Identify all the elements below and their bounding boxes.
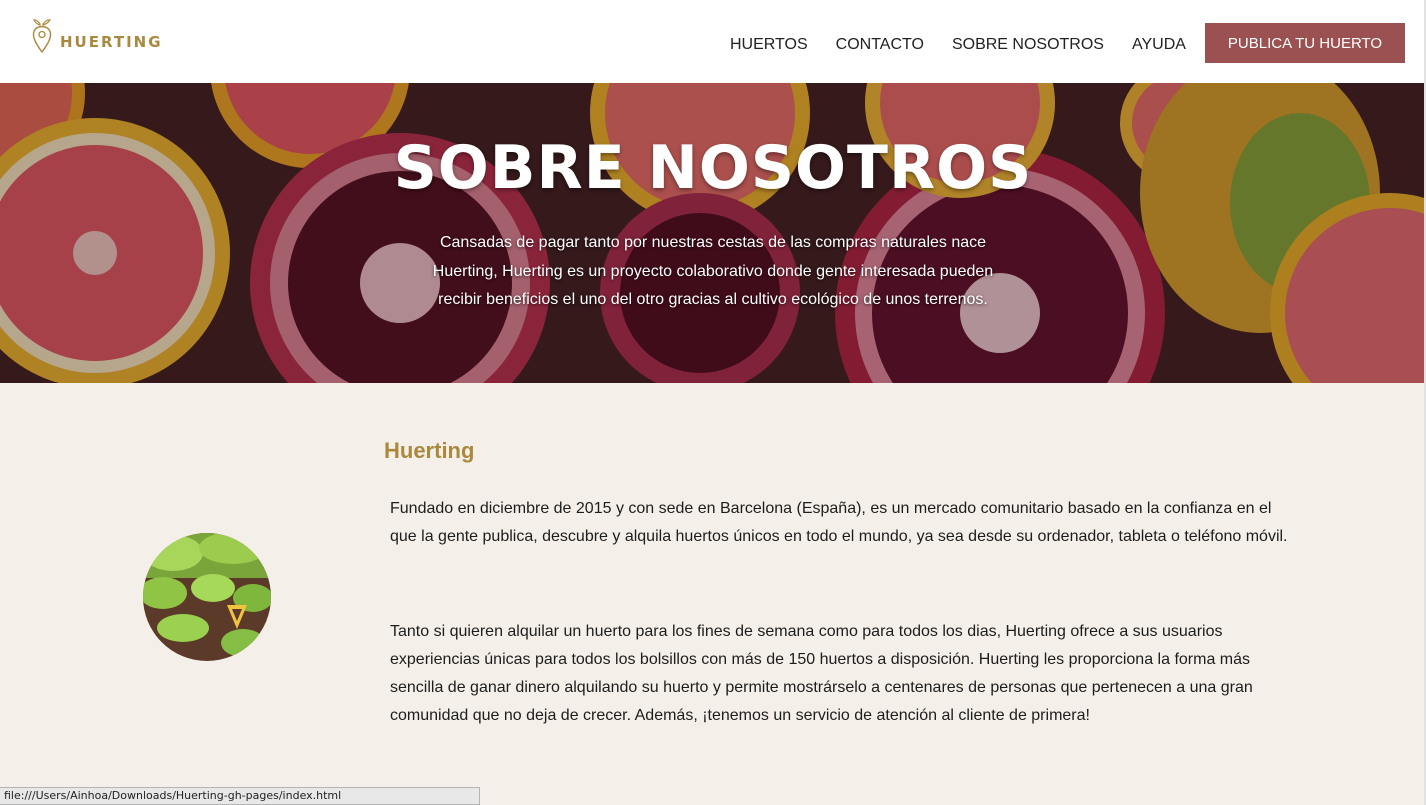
garden-photo [143, 533, 271, 661]
logo-text: HUERTING [60, 33, 163, 51]
publish-garden-button[interactable]: PUBLICA TU HUERTO [1205, 23, 1405, 63]
nav-item-sobre-nosotros[interactable]: SOBRE NOSOTROS [952, 33, 1104, 57]
hero-description: Cansadas de pagar tanto por nuestras ces… [432, 234, 994, 308]
nav-item-contacto[interactable]: CONTACTO [836, 33, 924, 57]
nav-item-huertos[interactable]: HUERTOS [730, 33, 808, 57]
site-header: HUERTING HUERTOS CONTACTO SOBRE NOSOTROS… [0, 0, 1426, 83]
section-title: Huerting [384, 438, 475, 463]
main-nav: HUERTOS CONTACTO SOBRE NOSOTROS AYUDA [716, 33, 1200, 57]
logo[interactable]: HUERTING [32, 16, 163, 56]
page-title: SOBRE NOSOTROS [393, 133, 1033, 203]
status-bar-url: file:///Users/Ainhoa/Downloads/Huerting-… [0, 787, 480, 805]
nav-item-ayuda[interactable]: AYUDA [1132, 33, 1186, 57]
map-pin-leaf-icon [32, 19, 52, 54]
about-paragraph-1: Fundado en diciembre de 2015 y con sede … [390, 500, 1288, 545]
about-paragraph-2: Tanto si quieren alquilar un huerto para… [390, 623, 1253, 724]
hero-banner: SOBRE NOSOTROS Cansadas de pagar tanto p… [0, 83, 1426, 383]
